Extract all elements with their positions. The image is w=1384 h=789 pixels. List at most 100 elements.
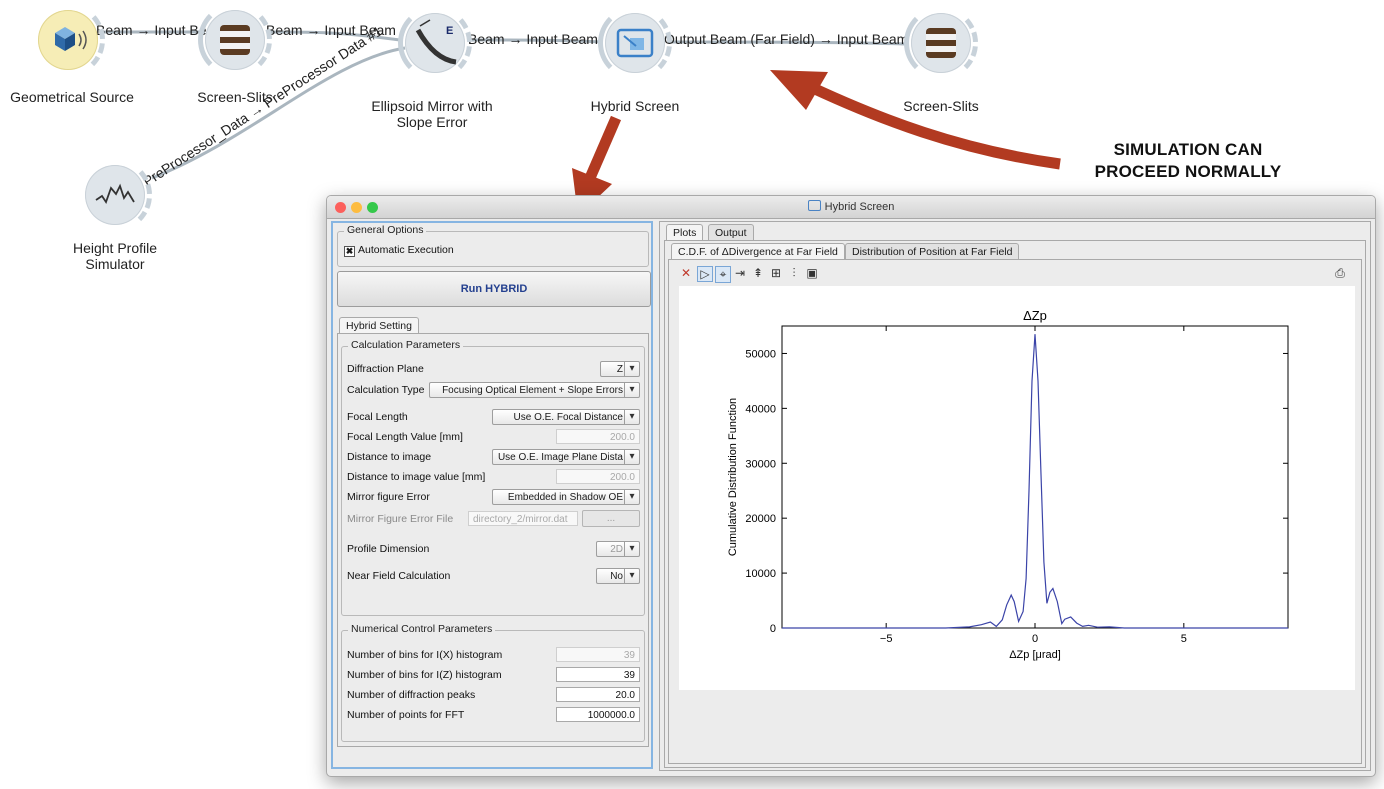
tab-cdf-divergence[interactable]: C.D.F. of ΔDivergence at Far Field	[671, 243, 845, 260]
focal-length-value-input[interactable]: 200.0	[556, 429, 640, 444]
mirror-figure-error-file-label: Mirror Figure Error File	[347, 513, 454, 525]
calculation-type-select[interactable]: Focusing Optical Element + Slope Errors	[429, 382, 640, 398]
series-line	[782, 334, 1288, 629]
group-title: General Options	[344, 224, 427, 236]
widget-label: Ellipsoid Mirror with Slope Error	[371, 98, 493, 130]
plot-area: −5 0 5 0 10000 20000 30000 40000 50000 ΔZp ΔZp [μr…	[679, 286, 1355, 690]
mirror-icon: E	[415, 19, 457, 65]
group-title: Numerical Control Parameters	[348, 623, 496, 635]
distance-to-image-select[interactable]: Use O.E. Image Plane Dista	[492, 449, 640, 465]
slits-icon	[220, 25, 250, 55]
save-icon[interactable]: ▣	[805, 266, 819, 280]
checkbox-label: Automatic Execution	[358, 244, 454, 256]
group-title: Calculation Parameters	[348, 339, 464, 351]
hybrid-icon	[616, 28, 654, 58]
widget-label: Hybrid Screen	[590, 98, 680, 114]
general-options-group: General Options ✖ Automatic Execution	[337, 224, 649, 267]
bins-z-label: Number of bins for I(Z) histogram	[347, 669, 502, 681]
source-cube-icon	[55, 27, 87, 51]
zoom-icon[interactable]: ⌖	[715, 266, 731, 283]
printer-icon[interactable]: ⎙	[1333, 266, 1347, 281]
mirror-figure-error-select[interactable]: Embedded in Shadow OE	[492, 489, 640, 505]
hybrid-setting-pane: Calculation Parameters Diffraction Plane…	[337, 333, 649, 747]
slits-icon	[926, 28, 956, 58]
fft-points-label: Number of points for FFT	[347, 709, 465, 721]
mirror-figure-error-label: Mirror figure Error	[347, 491, 430, 503]
focal-length-value-label: Focal Length Value [mm]	[347, 431, 463, 443]
run-hybrid-button[interactable]: Run HYBRID	[337, 271, 651, 307]
cdf-chart: −5 0 5 0 10000 20000 30000 40000 50000 ΔZp ΔZp [μr…	[727, 308, 1289, 661]
x-axis-label: ΔZp [μrad]	[1009, 649, 1061, 661]
window-icon	[807, 200, 821, 211]
y-tick-label: 30000	[745, 458, 776, 470]
link-label: Output Beam (Far Field) → Input Beam	[664, 31, 909, 47]
widget-screen-slits-2[interactable]	[904, 6, 978, 80]
plot-pane: ✕ ▷ ⌖ ⇥ ⇞ ⊞ ⫶ ▣ ⎙ −5 0 5 0 10000 20000 30000 40…	[668, 259, 1362, 764]
diffraction-peaks-input[interactable]: 20.0	[556, 687, 640, 702]
bins-z-input[interactable]: 39	[556, 667, 640, 682]
widget-screen-slits-1[interactable]	[198, 3, 272, 77]
svg-text:E: E	[446, 25, 453, 37]
hybrid-arrow-shaft	[584, 115, 622, 181]
y-tick-label: 20000	[745, 513, 776, 525]
distance-to-image-value-label: Distance to image value [mm]	[347, 471, 486, 483]
widget-hybrid-screen[interactable]	[598, 6, 672, 80]
tab-output[interactable]: Output	[708, 224, 754, 241]
clear-icon[interactable]: ✕	[679, 266, 693, 280]
title-bar[interactable]: Hybrid Screen	[327, 196, 1375, 219]
window-title-text: Hybrid Screen	[824, 201, 895, 213]
results-panel: Plots Output C.D.F. of ΔDivergence at Fa…	[659, 221, 1371, 771]
widget-label: Screen-Slits	[197, 89, 273, 105]
near-field-label: Near Field Calculation	[347, 570, 451, 582]
widget-label: Geometrical Source	[10, 89, 134, 105]
profile-icon	[95, 183, 135, 204]
annotation-text: SIMULATION CAN PROCEED NORMALLY	[1094, 140, 1282, 181]
hybrid-screen-window[interactable]: Hybrid Screen General Options ✖ Automati…	[326, 195, 1376, 777]
link-label: Beam → Input Beam	[468, 31, 598, 47]
y-scale-icon[interactable]: ⇞	[751, 266, 765, 280]
focal-length-label: Focal Length	[347, 411, 408, 423]
x-tick-label: 0	[1032, 633, 1038, 645]
near-field-select[interactable]: No	[596, 568, 640, 584]
tab-hybrid-setting[interactable]: Hybrid Setting	[339, 317, 419, 334]
numerical-control-group: Numerical Control Parameters Number of b…	[341, 623, 645, 742]
x-scale-icon[interactable]: ⇥	[733, 266, 747, 280]
diffraction-plane-label: Diffraction Plane	[347, 363, 424, 375]
calculation-type-label: Calculation Type	[347, 384, 425, 396]
control-panel: General Options ✖ Automatic Execution Ru…	[331, 221, 653, 769]
annotation-arrow-curve	[797, 77, 1061, 170]
cursor-icon[interactable]: ⫶	[787, 266, 801, 281]
x-tick-label: −5	[880, 633, 893, 645]
profile-dimension-label: Profile Dimension	[347, 543, 430, 555]
diffraction-peaks-label: Number of diffraction peaks	[347, 689, 476, 701]
browse-button[interactable]: ...	[582, 510, 640, 527]
select-icon[interactable]: ▷	[697, 266, 713, 282]
tab-position-distribution[interactable]: Distribution of Position at Far Field	[845, 243, 1020, 260]
grid-icon[interactable]: ⊞	[769, 266, 783, 280]
window-title: Hybrid Screen	[327, 200, 1375, 213]
chart-title: ΔZp	[1023, 308, 1047, 323]
distance-to-image-value-input[interactable]: 200.0	[556, 469, 640, 484]
bins-x-label: Number of bins for I(X) histogram	[347, 649, 503, 661]
y-tick-label: 40000	[745, 403, 776, 415]
plots-pane: C.D.F. of ΔDivergence at Far Field Distr…	[664, 240, 1366, 768]
focal-length-select[interactable]: Use O.E. Focal Distance	[492, 409, 640, 425]
widget-height-profile[interactable]	[80, 158, 152, 232]
widget-geometrical-source[interactable]	[33, 3, 105, 77]
calculation-parameters-group: Calculation Parameters Diffraction Plane…	[341, 339, 645, 616]
fft-points-input[interactable]: 1000000.0	[556, 707, 640, 722]
bins-x-input[interactable]: 39	[556, 647, 640, 662]
widget-label: Height Profile Simulator	[72, 240, 158, 272]
widget-label: Screen-Slits	[903, 98, 979, 114]
widget-ellipsoid-mirror[interactable]: E	[398, 6, 472, 80]
mirror-figure-error-file-input[interactable]: directory_2/mirror.dat	[468, 511, 578, 526]
y-tick-label: 50000	[745, 348, 776, 360]
diffraction-plane-select[interactable]: Z	[600, 361, 640, 377]
y-tick-label: 0	[770, 623, 776, 635]
y-tick-label: 10000	[745, 568, 776, 580]
tab-plots[interactable]: Plots	[666, 224, 704, 241]
x-tick-label: 5	[1181, 633, 1187, 645]
plot-frame	[781, 325, 1289, 629]
automatic-execution-checkbox[interactable]: ✖	[344, 246, 355, 257]
profile-dimension-select[interactable]: 2D	[596, 541, 640, 557]
